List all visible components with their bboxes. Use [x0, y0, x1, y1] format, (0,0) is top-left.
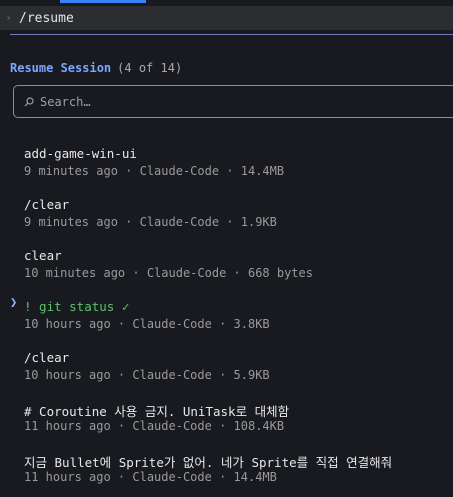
command-line[interactable]: › /resume: [0, 6, 453, 30]
prompt-chevron-icon: ›: [5, 12, 12, 24]
session-title: add-game-win-ui: [24, 146, 137, 161]
session-item[interactable]: /clear 10 hours ago · Claude-Code · 5.9K…: [0, 344, 453, 395]
search-icon: [24, 96, 34, 107]
session-title: # Coroutine 사용 금지. UniTask로 대체함: [24, 404, 290, 419]
session-title: /clear: [24, 350, 70, 365]
session-meta: 10 hours ago · Claude-Code · 5.9KB: [24, 368, 270, 382]
resume-session-header: Resume Session (4 of 14): [10, 61, 182, 75]
session-meta: 11 hours ago · Claude-Code · 14.4MB: [24, 470, 277, 484]
command-text: /resume: [19, 10, 74, 26]
session-meta: 9 minutes ago · Claude-Code · 1.9KB: [24, 215, 277, 229]
active-tab-indicator: [60, 0, 146, 3]
search-box[interactable]: [13, 85, 453, 118]
session-title: clear: [24, 248, 62, 263]
session-item[interactable]: /clear 9 minutes ago · Claude-Code · 1.9…: [0, 191, 453, 242]
session-meta: 10 minutes ago · Claude-Code · 668 bytes: [24, 266, 313, 280]
session-meta: 9 minutes ago · Claude-Code · 14.4MB: [24, 164, 285, 178]
session-item[interactable]: # Coroutine 사용 금지. UniTask로 대체함 11 hours…: [0, 395, 453, 446]
session-item[interactable]: clear 10 minutes ago · Claude-Code · 668…: [0, 242, 453, 293]
session-title: 지금 Bullet에 Sprite가 없어. 네가 Sprite를 직접 연결해…: [24, 455, 393, 470]
session-title: ! git status ✓: [24, 299, 130, 314]
divider: [10, 34, 453, 35]
session-item[interactable]: 지금 Bullet에 Sprite가 없어. 네가 Sprite를 직접 연결해…: [0, 446, 453, 497]
selection-pointer-icon: ❯: [10, 295, 18, 309]
session-meta: 11 hours ago · Claude-Code · 108.4KB: [24, 419, 285, 433]
session-item[interactable]: add-game-win-ui 9 minutes ago · Claude-C…: [0, 140, 453, 191]
resume-session-label: Resume Session: [10, 61, 112, 75]
session-title: /clear: [24, 197, 70, 212]
session-item-selected[interactable]: ❯ ! git status ✓ 10 hours ago · Claude-C…: [0, 293, 453, 344]
session-count: (4 of 14): [117, 61, 183, 75]
session-list: add-game-win-ui 9 minutes ago · Claude-C…: [0, 140, 453, 497]
search-input[interactable]: [40, 94, 420, 109]
session-meta: 10 hours ago · Claude-Code · 3.8KB: [24, 317, 270, 331]
